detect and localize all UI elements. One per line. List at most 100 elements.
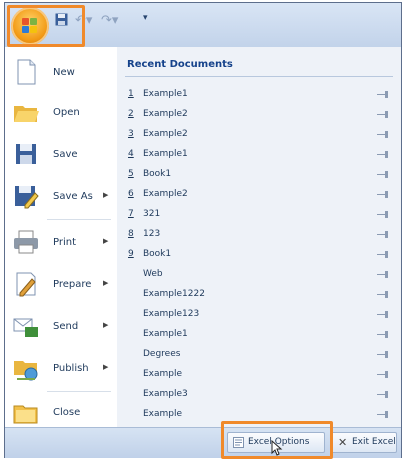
menu-item-open[interactable]: Open xyxy=(5,93,117,133)
recent-document-number: 2 xyxy=(128,109,134,119)
menu-item-publish[interactable]: Publish ▶ xyxy=(5,349,117,389)
menu-footer: Excel Options ✕ Exit Excel xyxy=(5,427,401,458)
title-divider xyxy=(125,76,393,77)
undo-icon[interactable]: ↶▾ xyxy=(75,13,92,28)
menu-item-label: Close xyxy=(53,407,81,418)
file-menu: New Open Save Save As ▶ Print ▶ Prepare … xyxy=(5,47,118,427)
recent-document-item[interactable]: Example xyxy=(117,405,401,425)
prepare-icon xyxy=(16,272,36,297)
menu-item-label: New xyxy=(53,67,75,78)
menu-item-label: Send xyxy=(53,321,79,332)
submenu-arrow-icon: ▶ xyxy=(103,363,109,371)
submenu-arrow-icon: ▶ xyxy=(103,191,109,199)
recent-document-item[interactable]: Example xyxy=(117,365,401,385)
recent-document-item[interactable]: 1 Example1 xyxy=(117,85,401,105)
pin-icon[interactable] xyxy=(377,111,389,118)
recent-document-item[interactable]: Web xyxy=(117,265,401,285)
recent-document-number: 3 xyxy=(128,129,134,139)
recent-document-item[interactable]: 3 Example2 xyxy=(117,125,401,145)
quick-access-toolbar: ↶▾ ↷▾ ▾ xyxy=(5,3,401,47)
recent-document-item[interactable]: Example1222 xyxy=(117,285,401,305)
pin-icon[interactable] xyxy=(377,271,389,278)
recent-document-item[interactable]: Example3 xyxy=(117,385,401,405)
recent-document-item[interactable]: 2 Example2 xyxy=(117,105,401,125)
recent-document-item[interactable]: 7 321 xyxy=(117,205,401,225)
recent-document-number: 4 xyxy=(128,149,134,159)
exit-excel-label: Exit Excel xyxy=(352,437,396,447)
recent-document-name: Book1 xyxy=(143,169,172,179)
menu-item-prepare[interactable]: Prepare ▶ xyxy=(5,265,117,305)
recent-document-name: Example123 xyxy=(143,309,200,319)
recent-document-name: Web xyxy=(143,269,163,279)
open-folder-icon xyxy=(14,106,39,122)
save-icon[interactable] xyxy=(55,13,68,30)
pin-icon[interactable] xyxy=(377,411,389,418)
recent-document-name: Example1222 xyxy=(143,289,205,299)
recent-document-name: Degrees xyxy=(143,349,181,359)
redo-icon[interactable]: ↷▾ xyxy=(101,13,118,28)
menu-item-label: Print xyxy=(53,237,77,248)
pin-icon[interactable] xyxy=(377,151,389,158)
menu-item-label: Prepare xyxy=(53,279,92,290)
recent-document-name: Example2 xyxy=(143,109,188,119)
pin-icon[interactable] xyxy=(377,191,389,198)
save-disk-icon xyxy=(16,144,36,164)
menu-item-save-as[interactable]: Save As ▶ xyxy=(5,177,117,217)
recent-document-item[interactable]: 8 123 xyxy=(117,225,401,245)
printer-icon xyxy=(14,230,38,254)
pin-icon[interactable] xyxy=(377,371,389,378)
recent-document-item[interactable]: 6 Example2 xyxy=(117,185,401,205)
publish-icon xyxy=(14,361,38,381)
options-icon xyxy=(233,437,244,448)
recent-documents-title: Recent Documents xyxy=(127,59,233,70)
pin-icon[interactable] xyxy=(377,311,389,318)
menu-item-print[interactable]: Print ▶ xyxy=(5,223,117,263)
new-document-icon xyxy=(17,59,36,85)
send-icon xyxy=(13,318,38,337)
recent-document-item[interactable]: Example1 xyxy=(117,325,401,345)
office-button[interactable] xyxy=(11,7,49,45)
menu-divider xyxy=(47,391,111,392)
menu-item-label: Open xyxy=(53,107,80,118)
pin-icon[interactable] xyxy=(377,91,389,98)
recent-document-number: 9 xyxy=(128,249,134,259)
pin-icon[interactable] xyxy=(377,331,389,338)
recent-document-name: Example1 xyxy=(143,149,188,159)
recent-document-name: Example xyxy=(143,369,183,379)
recent-document-item[interactable]: Degrees xyxy=(117,345,401,365)
pin-icon[interactable] xyxy=(377,291,389,298)
exit-excel-button[interactable]: ✕ Exit Excel xyxy=(331,432,397,453)
customize-toolbar-icon[interactable]: ▾ xyxy=(143,13,148,23)
pin-icon[interactable] xyxy=(377,211,389,218)
menu-item-save[interactable]: Save xyxy=(5,135,117,175)
mouse-cursor-icon xyxy=(271,440,283,456)
submenu-arrow-icon: ▶ xyxy=(103,279,109,287)
recent-document-name: Example xyxy=(143,409,183,419)
submenu-arrow-icon: ▶ xyxy=(103,321,109,329)
pin-icon[interactable] xyxy=(377,171,389,178)
recent-document-name: Example1 xyxy=(143,329,188,339)
recent-document-number: 8 xyxy=(128,229,134,239)
pin-icon[interactable] xyxy=(377,231,389,238)
pin-icon[interactable] xyxy=(377,391,389,398)
recent-document-number: 1 xyxy=(128,89,134,99)
close-icon: ✕ xyxy=(338,436,348,449)
office-menu-window: ↶▾ ↷▾ ▾ New Open Save Save As ▶ Print ▶ … xyxy=(4,2,402,459)
submenu-arrow-icon: ▶ xyxy=(103,237,109,245)
recent-document-item[interactable]: 4 Example1 xyxy=(117,145,401,165)
pin-icon[interactable] xyxy=(377,131,389,138)
menu-item-new[interactable]: New xyxy=(5,53,117,93)
recent-document-number: 7 xyxy=(128,209,134,219)
pin-icon[interactable] xyxy=(377,351,389,358)
recent-document-item[interactable]: 9 Book1 xyxy=(117,245,401,265)
recent-document-item[interactable]: Example123 xyxy=(117,305,401,325)
recent-document-number: 6 xyxy=(128,189,134,199)
recent-document-name: 123 xyxy=(143,229,161,239)
recent-document-item[interactable]: 5 Book1 xyxy=(117,165,401,185)
menu-item-label: Publish xyxy=(53,363,89,374)
recent-document-name: Book1 xyxy=(143,249,172,259)
save-as-icon xyxy=(15,186,39,209)
recent-document-name: Example2 xyxy=(143,129,188,139)
pin-icon[interactable] xyxy=(377,251,389,258)
menu-item-send[interactable]: Send ▶ xyxy=(5,307,117,347)
